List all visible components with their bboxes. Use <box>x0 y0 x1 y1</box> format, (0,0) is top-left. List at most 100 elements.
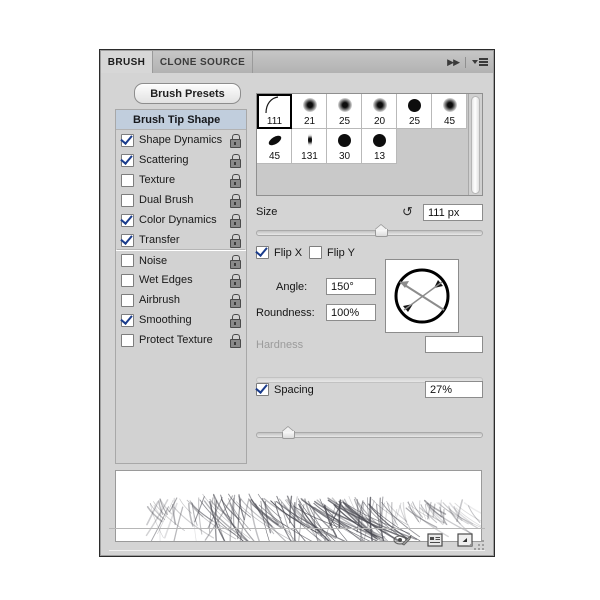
lock-icon[interactable] <box>229 134 241 148</box>
tab-clone-source-label: CLONE SOURCE <box>159 56 246 68</box>
sidebar-item-checkbox[interactable] <box>121 293 134 307</box>
brush-preset-size-label: 131 <box>301 151 318 162</box>
flip-y-label: Flip Y <box>327 246 355 259</box>
tab-clone-source[interactable]: CLONE SOURCE <box>153 51 253 73</box>
toggle-live-tip-brush-preview-icon[interactable] <box>393 532 413 548</box>
brush-preset-thumbnail <box>257 96 292 114</box>
brush-preset-cell[interactable]: 25 <box>327 94 362 129</box>
sidebar-item-color-dynamics[interactable]: Color Dynamics <box>116 210 246 230</box>
tab-brush-label: BRUSH <box>107 56 146 68</box>
footer-icon-group <box>393 532 473 548</box>
spacing-label: Spacing <box>274 383 314 396</box>
sidebar-item-texture[interactable]: Texture <box>116 170 246 190</box>
spacing-slider-knob[interactable] <box>281 428 295 439</box>
sidebar-item-protect-texture[interactable]: Protect Texture <box>116 330 246 350</box>
size-input[interactable]: 111 px <box>423 204 483 221</box>
sidebar-item-checkbox[interactable] <box>121 173 134 187</box>
sidebar-item-wet-edges[interactable]: Wet Edges <box>116 270 246 290</box>
sidebar-item-checkbox[interactable] <box>121 153 134 167</box>
panel-menu-icon[interactable] <box>472 58 488 66</box>
lock-icon[interactable] <box>229 174 241 188</box>
sidebar-item-checkbox[interactable] <box>121 213 134 227</box>
panel-footer <box>109 528 485 551</box>
sidebar-item-airbrush[interactable]: Airbrush <box>116 290 246 310</box>
size-slider[interactable] <box>256 226 483 238</box>
brush-preset-size-label: 25 <box>408 116 421 127</box>
sidebar-item-label: Wet Edges <box>139 274 193 286</box>
sidebar-item-smoothing[interactable]: Smoothing <box>116 310 246 330</box>
flip-x-checkbox[interactable]: Flip X <box>256 246 302 259</box>
brush-preset-size-label: 111 <box>266 116 283 127</box>
lock-icon[interactable] <box>229 194 241 208</box>
lock-icon[interactable] <box>229 294 241 308</box>
lock-icon[interactable] <box>229 314 241 328</box>
brush-preset-cell[interactable]: 111 <box>257 94 292 129</box>
brush-options-list: Brush Tip Shape Shape Dynamics Scattering… <box>115 109 247 464</box>
sidebar-item-brush-tip-shape[interactable]: Brush Tip Shape <box>116 110 246 130</box>
sidebar-item-dual-brush[interactable]: Dual Brush <box>116 190 246 210</box>
brush-preset-cell[interactable]: 131 <box>292 129 327 164</box>
reset-size-icon[interactable]: ↻ <box>402 204 413 219</box>
size-value: 111 px <box>428 206 460 219</box>
hardness-input[interactable] <box>425 336 483 353</box>
size-slider-track <box>256 230 483 236</box>
flip-x-box <box>256 246 269 259</box>
brush-presets-button[interactable]: Brush Presets <box>134 83 241 104</box>
brush-preset-size-label: 20 <box>373 116 386 127</box>
resize-grip[interactable] <box>474 540 484 550</box>
angle-input[interactable]: 150° <box>326 278 376 295</box>
lock-icon[interactable] <box>229 214 241 228</box>
lock-icon[interactable] <box>229 274 241 288</box>
create-new-brush-icon[interactable] <box>457 532 473 548</box>
spacing-slider[interactable] <box>256 428 483 440</box>
sidebar-item-label: Shape Dynamics <box>139 134 223 146</box>
sidebar-item-label: Transfer <box>139 234 180 246</box>
brush-preset-thumbnail <box>257 131 292 149</box>
sidebar-item-label: Color Dynamics <box>139 214 217 226</box>
open-preset-manager-icon[interactable] <box>427 532 443 548</box>
sidebar-item-checkbox[interactable] <box>121 333 134 347</box>
spacing-checkbox[interactable]: Spacing <box>256 383 314 396</box>
brush-preset-cell[interactable]: 21 <box>292 94 327 129</box>
sidebar-item-checkbox[interactable] <box>121 193 134 207</box>
angle-label: Angle: <box>276 281 308 293</box>
brush-preset-size-label: 21 <box>303 116 316 127</box>
roundness-input[interactable]: 100% <box>326 304 376 321</box>
brush-preset-cell[interactable]: 45 <box>432 94 467 129</box>
brush-preset-size-label: 45 <box>443 116 456 127</box>
sidebar-item-transfer[interactable]: Transfer <box>116 230 246 250</box>
preset-grid-scroll-thumb[interactable] <box>471 96 480 194</box>
brush-preset-cell[interactable]: 20 <box>362 94 397 129</box>
brush-preset-thumbnail <box>432 96 467 114</box>
brush-preset-size-label: 25 <box>338 116 351 127</box>
size-slider-knob[interactable] <box>374 226 388 237</box>
lock-icon[interactable] <box>229 254 241 269</box>
screen-root: BRUSH CLONE SOURCE ▶▶ Brush Presets Brus… <box>0 0 600 600</box>
tab-brush[interactable]: BRUSH <box>101 51 153 73</box>
sidebar-item-checkbox[interactable] <box>121 254 134 267</box>
collapse-chevrons-icon[interactable]: ▶▶ <box>447 57 460 68</box>
lock-icon[interactable] <box>229 154 241 168</box>
brush-preset-cell[interactable]: 45 <box>257 129 292 164</box>
lock-icon[interactable] <box>229 234 241 248</box>
flip-y-checkbox[interactable]: Flip Y <box>309 246 355 259</box>
brush-preset-cell[interactable]: 25 <box>397 94 432 129</box>
roundness-row: Roundness: 100% <box>256 304 483 322</box>
preset-grid-scrollbar[interactable] <box>468 94 482 195</box>
sidebar-item-checkbox[interactable] <box>121 233 134 247</box>
brush-preset-thumbnail <box>292 131 327 149</box>
sidebar-item-checkbox[interactable] <box>121 273 134 287</box>
brush-preset-cell[interactable]: 13 <box>362 129 397 164</box>
brush-preset-size-label: 30 <box>338 151 351 162</box>
spacing-input[interactable]: 27% <box>425 381 483 398</box>
lock-icon[interactable] <box>229 334 241 348</box>
brush-preset-cell[interactable]: 30 <box>327 129 362 164</box>
sidebar-item-shape-dynamics[interactable]: Shape Dynamics <box>116 130 246 150</box>
brush-preset-thumbnail <box>292 96 327 114</box>
sidebar-item-checkbox[interactable] <box>121 313 134 327</box>
sidebar-item-scattering[interactable]: Scattering <box>116 150 246 170</box>
brush-panel-inner: BRUSH CLONE SOURCE ▶▶ Brush Presets Brus… <box>100 50 494 556</box>
hardness-label: Hardness <box>256 339 304 351</box>
sidebar-item-noise[interactable]: Noise <box>116 250 246 270</box>
sidebar-item-checkbox[interactable] <box>121 133 134 147</box>
